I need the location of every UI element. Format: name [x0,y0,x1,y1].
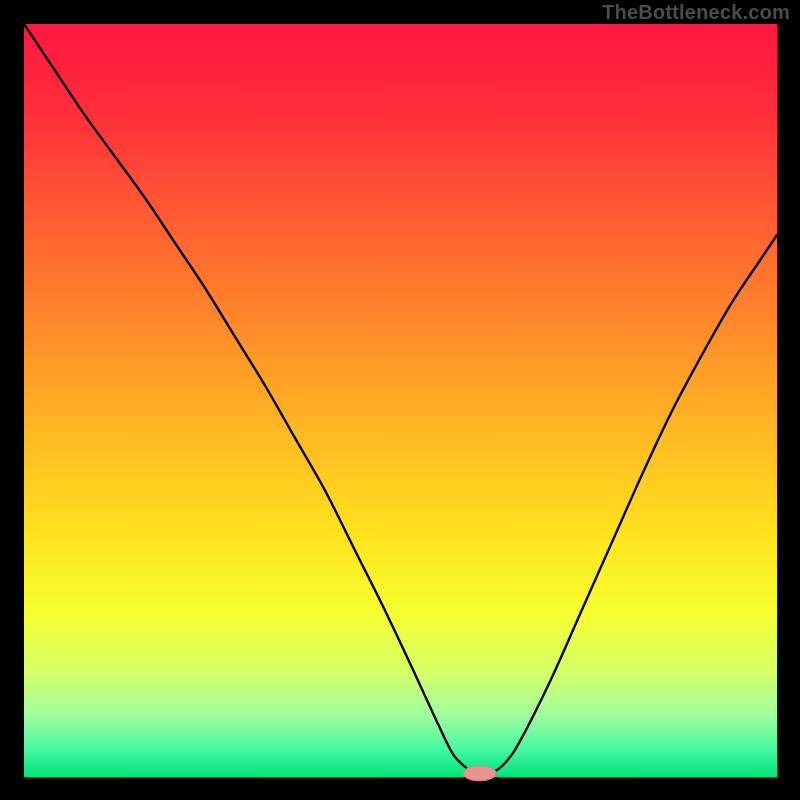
bottleneck-chart [0,0,800,800]
watermark-text: TheBottleneck.com [602,2,790,25]
plot-background [24,24,777,777]
optimum-marker [463,766,496,781]
chart-frame: { "watermark": "TheBottleneck.com", "col… [0,0,800,800]
